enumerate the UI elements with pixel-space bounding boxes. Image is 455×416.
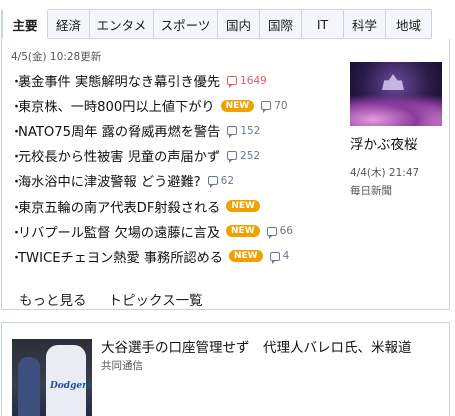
person-shape [18, 357, 40, 416]
feature-thumbnail[interactable] [350, 62, 442, 126]
castle-shape [382, 74, 404, 90]
headline-item[interactable]: ・ 裏金事件 実態解明なき幕引き優先 1649 [10, 68, 340, 93]
tab-economy[interactable]: 経済 [48, 9, 90, 39]
comment-count: 66 [266, 225, 293, 239]
jersey-logo: Dodgers [50, 381, 92, 391]
feature-time: 4/4(木) 21:47 [350, 167, 420, 179]
feature-title[interactable]: 浮かぶ夜桜 [350, 133, 442, 153]
feature-source: 毎日新聞 [350, 185, 392, 197]
new-badge: NEW [226, 200, 260, 213]
tab-it[interactable]: IT [302, 9, 344, 39]
comment-count: 62 [207, 174, 235, 189]
tab-domestic[interactable]: 国内 [218, 9, 260, 39]
bullet: ・ [10, 250, 24, 266]
bullet: ・ [10, 150, 24, 166]
comment-icon [227, 151, 238, 164]
more-link[interactable]: もっと見る [19, 289, 87, 309]
tab-local[interactable]: 地域 [386, 9, 432, 39]
bullet: ・ [10, 75, 24, 91]
news-panel: 主要 経済 エンタメ スポーツ 国内 国際 IT 科学 地域 4/5(金) 10… [1, 9, 451, 310]
headline-text[interactable]: 東京五輪の南ア代表DF射殺される [18, 197, 220, 216]
comment-count-value: 66 [279, 225, 293, 238]
comment-icon [266, 226, 277, 239]
headline-text[interactable]: 東京株、一時800円以上値下がり [18, 96, 215, 115]
tab-international[interactable]: 国際 [260, 9, 302, 39]
headline-item[interactable]: ・ 元校長から性被害 児童の声届かず 252 [10, 143, 340, 168]
updated-timestamp: 4/5(金) 10:28更新 [11, 51, 102, 63]
comment-count-value: 62 [220, 174, 235, 187]
comment-count-value: 70 [274, 99, 288, 112]
headline-item[interactable]: ・ 東京株、一時800円以上値下がり NEW 70 [10, 93, 340, 118]
headline-text[interactable]: 海水浴中に津波警報 どう避難? [18, 171, 201, 190]
tab-science[interactable]: 科学 [344, 9, 386, 39]
comment-count-value: 4 [282, 250, 290, 263]
comment-count: 152 [227, 124, 261, 139]
comment-count-value: 252 [240, 149, 261, 162]
headline-item[interactable]: ・ 海水浴中に津波警報 どう避難? 62 [10, 168, 340, 193]
comment-icon [261, 101, 272, 114]
comment-count-value: 152 [240, 124, 261, 137]
headline-text[interactable]: 元校長から性被害 児童の声届かず [18, 146, 220, 165]
article-title[interactable]: 大谷選手の口座管理せず 代理人バレロ氏、米報道 [101, 336, 412, 356]
new-badge: NEW [226, 225, 260, 238]
article-source: 共同通信 [101, 360, 143, 372]
comment-icon [207, 176, 218, 189]
new-badge: NEW [220, 99, 255, 112]
headline-item[interactable]: ・ TWICEチェヨン熱愛 事務所認める NEW 4 [10, 244, 340, 269]
comment-icon [227, 126, 238, 139]
bullet: ・ [10, 200, 24, 216]
tab-sports[interactable]: スポーツ [154, 9, 218, 39]
bullet: ・ [10, 100, 24, 116]
topics-list-link[interactable]: トピックス一覧 [109, 289, 203, 309]
bullet: ・ [10, 125, 24, 141]
headline-item[interactable]: ・ 東京五輪の南ア代表DF射殺される NEW [10, 193, 340, 218]
blossoms-shape [350, 94, 442, 126]
comment-count-value: 1649 [240, 74, 267, 87]
category-tabs: 主要 経済 エンタメ スポーツ 国内 国際 IT 科学 地域 [2, 9, 451, 39]
headline-item[interactable]: ・ NATO75周年 露の脅威再燃を警告 152 [10, 118, 340, 143]
article-card[interactable]: Dodgers 大谷選手の口座管理せず 代理人バレロ氏、米報道 共同通信 [1, 322, 450, 416]
comment-icon [269, 251, 280, 264]
article-thumbnail[interactable]: Dodgers [12, 339, 92, 416]
headline-text[interactable]: 裏金事件 実態解明なき幕引き優先 [18, 71, 220, 90]
bullet: ・ [10, 225, 24, 241]
new-badge: NEW [228, 250, 263, 263]
comment-icon [227, 76, 238, 89]
headline-text[interactable]: NATO75周年 露の脅威再燃を警告 [18, 121, 220, 140]
comment-count: 1649 [227, 74, 267, 89]
headline-item[interactable]: ・ リバプール監督 欠場の遠藤に言及 NEW 66 [10, 219, 340, 244]
bullet: ・ [10, 175, 24, 191]
comment-count: 4 [269, 250, 290, 264]
headline-text[interactable]: リバプール監督 欠場の遠藤に言及 [18, 222, 220, 241]
headline-list: ・ 裏金事件 実態解明なき幕引き優先 1649 ・ 東京株、一時800円以上値下… [10, 68, 340, 269]
tab-main[interactable]: 主要 [2, 9, 48, 39]
tab-entertainment[interactable]: エンタメ [90, 9, 154, 39]
comment-count: 252 [227, 149, 261, 164]
comment-count: 70 [261, 99, 288, 114]
feature-story[interactable]: 浮かぶ夜桜 4/4(木) 21:47 毎日新聞 [350, 62, 442, 198]
headline-text[interactable]: TWICEチェヨン熱愛 事務所認める [18, 247, 223, 266]
bottom-links: もっと見る トピックス一覧 [19, 289, 203, 309]
